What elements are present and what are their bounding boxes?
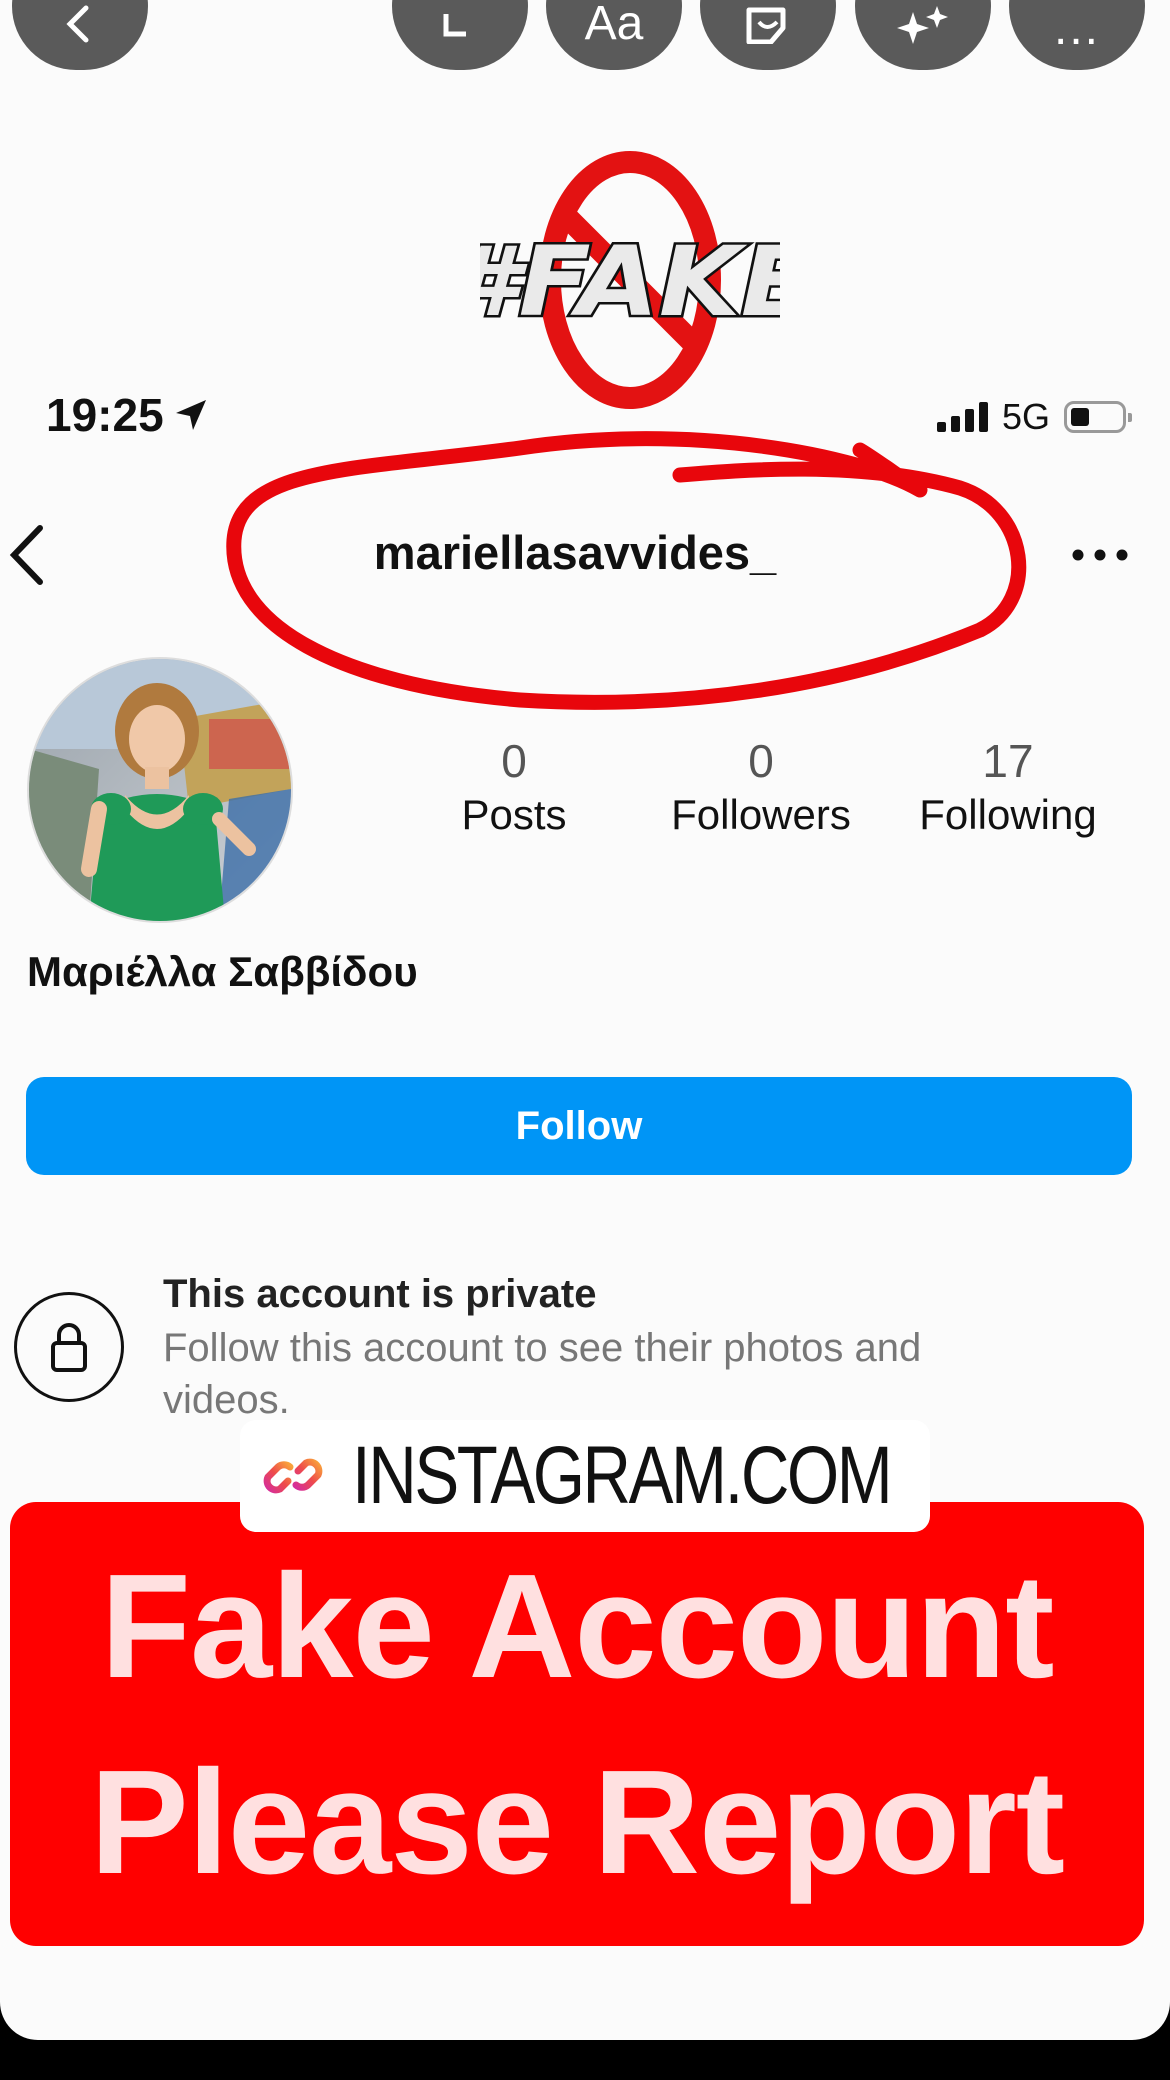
more-dots-label: ... (1053, 2, 1100, 55)
fake-stamp-text: #FAKE (480, 226, 780, 338)
warning-line-2: Please Report (89, 1740, 1065, 1905)
profile-display-name: Μαριέλλα Σαββίδου (27, 948, 418, 995)
following-label: Following (919, 791, 1097, 838)
private-account-title: This account is private (163, 1272, 597, 1316)
editor-resize-button[interactable] (392, 0, 528, 70)
username-label: mariellasavvides_ (373, 526, 777, 579)
warning-line-1: Fake Account (100, 1544, 1055, 1709)
status-indicators: 5G (936, 396, 1132, 438)
text-tool-label: Aa (584, 0, 644, 50)
signal-icon (936, 402, 988, 432)
editor-text-button[interactable]: Aa (546, 0, 682, 70)
followers-stat[interactable]: 0 Followers (651, 735, 871, 843)
battery-icon (1064, 401, 1132, 433)
editor-effects-button[interactable] (855, 0, 991, 70)
location-arrow-icon (175, 400, 206, 430)
warning-banner: Fake Account Please Report (10, 1502, 1144, 1946)
link-sticker-label: INSTAGRAM.COM (352, 1430, 893, 1521)
link-sticker[interactable]: INSTAGRAM.COM (240, 1420, 930, 1532)
follow-button[interactable]: Follow (26, 1077, 1132, 1175)
lock-icon (14, 1292, 124, 1402)
profile-more-button[interactable] (1070, 540, 1130, 570)
profile-username: mariellasavvides_ (0, 525, 1170, 580)
followers-label: Followers (671, 791, 851, 838)
followers-count: 0 (748, 735, 774, 787)
sticker-icon (746, 7, 786, 44)
editor-more-button[interactable]: ... (1009, 0, 1145, 70)
posts-label: Posts (461, 791, 567, 838)
editor-sticker-button[interactable] (700, 0, 836, 70)
profile-avatar[interactable] (27, 657, 293, 923)
network-label: 5G (1001, 396, 1050, 437)
posts-count: 0 (501, 735, 527, 787)
resize-icon (443, 14, 466, 37)
sparkles-icon (897, 6, 948, 44)
story-editor-canvas: Aa ... #FAKE 19:25 5G mariellasavvides_ (0, 0, 1170, 2040)
time-label: 19:25 (46, 389, 164, 441)
status-time: 19:25 (46, 388, 210, 442)
link-icon (263, 1458, 323, 1494)
following-stat[interactable]: 17 Following (898, 735, 1118, 843)
following-count: 17 (982, 735, 1034, 787)
red-circle-annotation (226, 431, 1027, 710)
chevron-left-icon (66, 5, 89, 43)
private-account-description: Follow this account to see their photos … (163, 1326, 922, 1419)
posts-stat[interactable]: 0 Posts (404, 735, 624, 843)
editor-back-button[interactable] (12, 0, 148, 70)
fake-stamp-sticker: #FAKE (480, 151, 780, 409)
